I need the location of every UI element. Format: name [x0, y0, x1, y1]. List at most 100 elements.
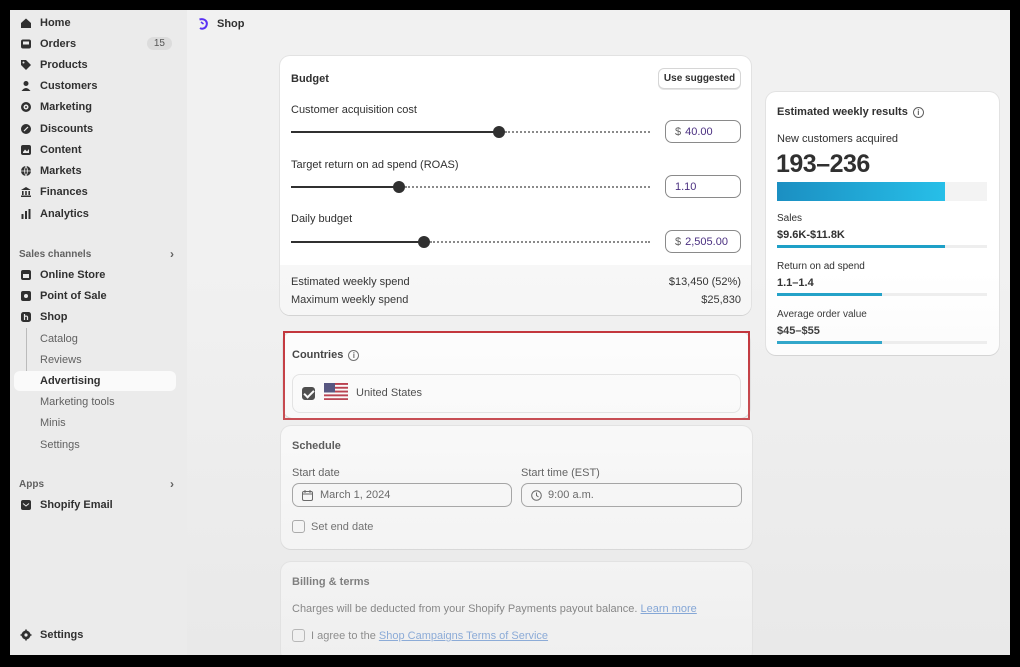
- sidebar-item-shopify-email[interactable]: Shopify Email: [14, 495, 176, 515]
- globe-icon: [20, 165, 32, 177]
- sidebar-item-label: Customers: [40, 80, 98, 92]
- billing-card: Billing & terms Charges will be deducted…: [281, 562, 752, 655]
- shop-logo-icon: [197, 18, 209, 30]
- gear-icon: [20, 629, 32, 641]
- sidebar-item-orders[interactable]: Orders 15: [14, 34, 176, 54]
- chart-icon: [20, 208, 32, 220]
- sidebar-item-products[interactable]: Products: [14, 55, 176, 75]
- sidebar-item-home[interactable]: Home: [14, 13, 176, 33]
- maximum-weekly-spend-label: Maximum weekly spend: [291, 294, 409, 306]
- currency-prefix: $: [675, 125, 682, 138]
- info-icon[interactable]: i: [912, 106, 924, 118]
- sidebar-item-marketing[interactable]: Marketing: [14, 97, 176, 117]
- cac-slider[interactable]: [291, 126, 650, 138]
- currency-prefix: $: [675, 235, 682, 248]
- roas-input[interactable]: 1.10: [665, 175, 741, 198]
- budget-summary: Estimated weekly spend $13,450 (52%) Max…: [280, 265, 751, 315]
- slider-thumb[interactable]: [493, 126, 505, 138]
- maximum-weekly-spend-value: $25,830: [701, 294, 741, 306]
- sidebar-subitem-settings[interactable]: Settings: [14, 435, 176, 455]
- sidebar-item-label: Point of Sale: [40, 290, 107, 302]
- sidebar-subitem-reviews[interactable]: Reviews: [14, 350, 176, 370]
- daily-budget-input[interactable]: $ 2,505.00: [665, 230, 741, 253]
- app-window: Home Orders 15 Products Customers Market…: [10, 10, 1010, 655]
- cac-input[interactable]: $ 40.00: [665, 120, 741, 143]
- apps-header[interactable]: Apps ›: [19, 476, 174, 492]
- home-icon: [20, 17, 32, 29]
- budget-title: Budget: [291, 73, 329, 85]
- aov-value: $45–$55: [777, 325, 820, 337]
- agree-terms-text: I agree to the Shop Campaigns Terms of S…: [311, 630, 548, 642]
- orders-icon: [20, 38, 32, 50]
- sales-channels-header[interactable]: Sales channels ›: [19, 246, 174, 262]
- start-date-label: Start date: [292, 467, 340, 479]
- sidebar-item-analytics[interactable]: Analytics: [14, 204, 176, 224]
- sidebar-subitem-minis[interactable]: Minis: [14, 413, 176, 433]
- slider-remaining-track: [430, 241, 650, 243]
- estimated-weekly-spend-value: $13,450 (52%): [668, 276, 741, 288]
- start-time-label: Start time (EST): [521, 467, 600, 479]
- agree-text: I agree to the: [311, 630, 376, 642]
- sales-channels-label: Sales channels: [19, 248, 92, 260]
- sidebar-item-finances[interactable]: Finances: [14, 182, 176, 202]
- set-end-date-label: Set end date: [311, 521, 374, 533]
- bank-icon: [20, 186, 32, 198]
- sidebar-subitem-catalog[interactable]: Catalog: [14, 329, 176, 349]
- sidebar-item-point-of-sale[interactable]: Point of Sale: [14, 286, 176, 306]
- page-title: Shop: [217, 18, 245, 30]
- aov-bar: [777, 341, 987, 344]
- sidebar-item-label: Orders: [40, 38, 77, 50]
- sidebar-subitem-marketing-tools[interactable]: Marketing tools: [14, 392, 176, 412]
- roas-bar-fill: [777, 293, 882, 296]
- sidebar-item-customers[interactable]: Customers: [14, 76, 176, 96]
- target-icon: [20, 101, 32, 113]
- email-icon: [20, 499, 32, 511]
- sidebar-item-label: Analytics: [40, 208, 89, 220]
- sidebar-subitem-advertising[interactable]: Advertising: [14, 371, 176, 391]
- slider-remaining-track: [405, 186, 650, 188]
- chevron-right-icon: ›: [170, 247, 174, 261]
- chevron-right-icon: ›: [170, 477, 174, 491]
- sidebar-item-label: Shop: [40, 311, 68, 323]
- store-icon: [20, 269, 32, 281]
- start-date-input[interactable]: March 1, 2024: [292, 483, 512, 507]
- start-time-input[interactable]: 9:00 a.m.: [521, 483, 742, 507]
- daily-budget-slider[interactable]: [291, 236, 650, 248]
- slider-thumb[interactable]: [418, 236, 430, 248]
- roas-slider[interactable]: [291, 181, 650, 193]
- discount-icon: [20, 123, 32, 135]
- sidebar-item-label: Home: [40, 17, 71, 29]
- roas-label: Target return on ad spend (ROAS): [291, 159, 459, 171]
- sidebar-item-online-store[interactable]: Online Store: [14, 265, 176, 285]
- slider-filled-track: [291, 131, 499, 133]
- slider-thumb[interactable]: [393, 181, 405, 193]
- slider-filled-track: [291, 186, 399, 188]
- budget-card: Budget Use suggested Customer acquisitio…: [280, 56, 751, 315]
- sales-bar: [777, 245, 987, 248]
- clock-icon: [531, 489, 542, 501]
- learn-more-link[interactable]: Learn more: [641, 603, 697, 615]
- sidebar-item-content[interactable]: Content: [14, 140, 176, 160]
- new-customers-value: 193–236: [776, 150, 870, 178]
- sidebar-item-markets[interactable]: Markets: [14, 161, 176, 181]
- set-end-date-checkbox[interactable]: [292, 520, 305, 533]
- roas-value: 1.10: [675, 180, 697, 193]
- sidebar-item-label: Online Store: [40, 269, 106, 281]
- terms-of-service-link[interactable]: Shop Campaigns Terms of Service: [379, 630, 548, 642]
- customers-range-fill: [777, 182, 945, 201]
- pos-icon: [20, 290, 32, 302]
- results-title: Estimated weekly results i: [777, 106, 924, 118]
- sidebar-item-settings[interactable]: Settings: [14, 625, 176, 645]
- schedule-card: Schedule Start date March 1, 2024 Start …: [281, 426, 752, 549]
- sidebar-item-discounts[interactable]: Discounts: [14, 119, 176, 139]
- sidebar-item-label: Shopify Email: [40, 499, 113, 511]
- billing-title: Billing & terms: [292, 576, 370, 588]
- agree-terms-checkbox[interactable]: [292, 629, 305, 642]
- sales-value: $9.6K-$11.8K: [777, 229, 845, 241]
- sidebar-item-shop[interactable]: Shop: [14, 307, 176, 327]
- start-time-value: 9:00 a.m.: [548, 489, 594, 501]
- daily-budget-label: Daily budget: [291, 213, 353, 225]
- aov-bar-fill: [777, 341, 882, 344]
- sidebar-item-label: Settings: [40, 629, 84, 641]
- use-suggested-button[interactable]: Use suggested: [658, 68, 741, 89]
